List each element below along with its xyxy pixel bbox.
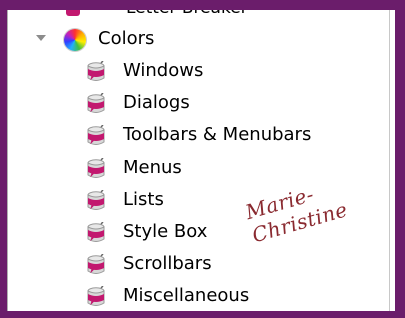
color-wheel-icon	[64, 29, 86, 51]
paint-can-icon	[87, 189, 105, 210]
window-frame-right	[395, 0, 405, 318]
paint-can-icon	[87, 222, 105, 242]
paint-can-icon	[87, 254, 105, 275]
tree-item-windows[interactable]: Windows	[8, 57, 378, 87]
tree-item-dialogs[interactable]: Dialogs	[8, 89, 378, 119]
paint-can-icon	[87, 93, 105, 114]
tree-item-partial-label: Letter Breaker	[126, 10, 248, 18]
scrollbar-track[interactable]	[389, 10, 390, 311]
tree-item-menus-label: Menus	[123, 156, 182, 178]
tree-item-miscellaneous[interactable]: Miscellaneous	[8, 282, 378, 311]
chevron-down-icon[interactable]	[36, 35, 46, 41]
window-frame-bottom	[0, 311, 405, 318]
tree-item-scrollbars[interactable]: Scrollbars	[8, 250, 378, 280]
paint-can-icon	[87, 61, 105, 81]
tree-item-toolbars-menubars-label: Toolbars & Menubars	[123, 124, 312, 146]
tree-item-miscellaneous-label: Miscellaneous	[123, 285, 250, 307]
color-swatch-icon	[66, 10, 80, 16]
tree-item-colors-label: Colors	[98, 28, 155, 49]
tree-item-lists-label: Lists	[123, 188, 164, 210]
tree-item-toolbars-menubars[interactable]: Toolbars & Menubars	[8, 121, 378, 151]
paint-can-icon	[87, 157, 105, 178]
paint-can-icon	[87, 125, 105, 146]
tree-item-scrollbars-label: Scrollbars	[123, 253, 212, 275]
tree-item-colors[interactable]: Colors	[8, 25, 378, 55]
window-frame-top	[0, 0, 405, 10]
tree-item-dialogs-label: Dialogs	[123, 92, 190, 114]
tree-item-windows-label: Windows	[123, 60, 204, 81]
window-frame-left	[0, 0, 7, 318]
tree-panel: Letter Breaker Colors Windows Dialogs	[7, 10, 390, 311]
paint-can-icon	[87, 286, 105, 307]
tree-item-style-box-label: Style Box	[123, 221, 208, 242]
